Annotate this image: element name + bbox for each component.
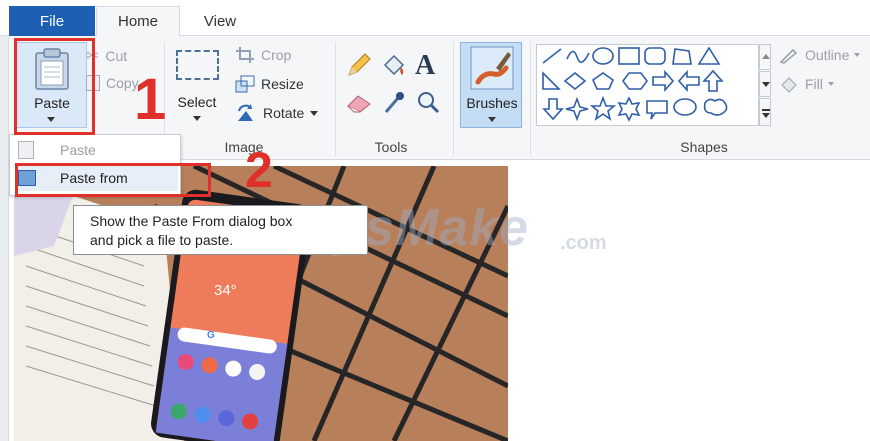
cloud-callout-shape bbox=[703, 98, 728, 116]
annotation-step-2: 2 bbox=[245, 142, 273, 198]
clipboard-icon bbox=[18, 141, 34, 159]
line-shape bbox=[542, 48, 562, 64]
color-picker-icon[interactable] bbox=[382, 90, 406, 116]
separator bbox=[453, 42, 454, 156]
four-point-star-shape bbox=[565, 96, 589, 122]
rotate-label: Rotate bbox=[263, 105, 305, 121]
text-icon[interactable]: A bbox=[415, 50, 435, 82]
gallery-scroll-down[interactable] bbox=[759, 71, 771, 97]
annotation-box-paste-from bbox=[15, 163, 211, 197]
shapes-gallery[interactable] bbox=[536, 44, 759, 126]
down-arrow-shape bbox=[542, 98, 564, 121]
outline-icon bbox=[779, 48, 798, 64]
chevron-down-icon bbox=[762, 113, 770, 118]
diamond-shape bbox=[563, 71, 587, 91]
outline-button[interactable]: Outline bbox=[779, 46, 861, 64]
rectangle-shape bbox=[618, 47, 640, 65]
fill-button[interactable]: Fill bbox=[779, 75, 834, 93]
polygon-shape bbox=[672, 48, 692, 65]
curve-shape bbox=[566, 50, 590, 63]
chevron-up-icon bbox=[762, 54, 770, 59]
crop-icon bbox=[236, 47, 254, 63]
right-triangle-shape bbox=[542, 71, 561, 90]
resize-label: Resize bbox=[261, 76, 304, 92]
separator bbox=[530, 42, 531, 156]
hexagon-shape bbox=[622, 72, 648, 90]
gallery-scroll-up[interactable] bbox=[759, 44, 771, 70]
fill-label: Fill bbox=[805, 76, 823, 92]
chevron-down-icon bbox=[193, 116, 201, 121]
five-point-star-shape bbox=[589, 95, 617, 121]
resize-icon bbox=[235, 75, 255, 93]
rect-callout-shape bbox=[646, 100, 668, 120]
eraser-icon[interactable] bbox=[346, 92, 372, 114]
phone-weather-time: 34° bbox=[214, 282, 237, 299]
chevron-down-icon bbox=[488, 117, 496, 122]
magnifier-icon[interactable] bbox=[416, 90, 440, 114]
select-label: Select bbox=[177, 94, 217, 110]
brush-icon bbox=[470, 46, 514, 90]
expand-icon bbox=[762, 109, 770, 111]
selection-rectangle-icon bbox=[176, 50, 219, 80]
chevron-down-icon bbox=[762, 82, 770, 87]
chevron-down-icon bbox=[854, 53, 861, 57]
gallery-expand[interactable] bbox=[759, 98, 771, 126]
resize-button[interactable]: Resize bbox=[235, 75, 304, 93]
ribbon-tab-bar: File Home View bbox=[0, 0, 870, 36]
separator bbox=[335, 42, 336, 156]
rotate-icon bbox=[238, 104, 253, 121]
tab-home[interactable]: Home bbox=[96, 6, 180, 36]
phone-search-logo: G bbox=[207, 330, 215, 341]
right-arrow-shape bbox=[652, 69, 675, 93]
pencil-icon[interactable] bbox=[346, 52, 372, 78]
shapes-grid bbox=[542, 46, 728, 122]
rotate-button[interactable]: Rotate bbox=[235, 103, 319, 123]
oval-callout-shape bbox=[673, 98, 697, 116]
annotation-box-paste bbox=[14, 38, 95, 135]
paste-from-tooltip: Show the Paste From dialog box and pick … bbox=[73, 205, 368, 255]
outline-label: Outline bbox=[805, 47, 850, 63]
shapes-group-label: Shapes bbox=[680, 139, 728, 155]
tooltip-line-2: and pick a file to paste. bbox=[90, 232, 234, 248]
rounded-rectangle-shape bbox=[644, 47, 666, 65]
pentagon-shape bbox=[592, 72, 614, 90]
tab-view[interactable]: View bbox=[180, 6, 260, 36]
six-point-star-shape bbox=[617, 96, 641, 122]
chevron-down-icon bbox=[310, 110, 319, 116]
annotation-step-1: 1 bbox=[134, 67, 167, 132]
up-arrow-shape bbox=[702, 69, 724, 92]
menu-item-paste-label: Paste bbox=[60, 142, 96, 158]
chevron-down-icon bbox=[827, 82, 834, 86]
select-button[interactable]: Select bbox=[171, 44, 223, 124]
menu-item-paste[interactable]: Paste bbox=[18, 137, 178, 163]
fill-bucket-icon[interactable] bbox=[381, 52, 407, 78]
tooltip-line-1: Show the Paste From dialog box bbox=[90, 213, 293, 229]
watermark-suffix: .com bbox=[560, 232, 607, 254]
fill-icon bbox=[781, 77, 797, 93]
crop-label: Crop bbox=[261, 47, 292, 63]
tab-file[interactable]: File bbox=[9, 6, 95, 36]
tools-group-label: Tools bbox=[374, 139, 408, 155]
brushes-label: Brushes bbox=[466, 95, 518, 111]
crop-button[interactable]: Crop bbox=[235, 46, 291, 64]
brushes-button[interactable]: Brushes bbox=[460, 42, 522, 128]
triangle-shape bbox=[697, 46, 721, 65]
left-arrow-shape bbox=[677, 69, 700, 93]
cut-label: Cut bbox=[105, 48, 128, 64]
oval-shape bbox=[592, 47, 614, 65]
window-left-border bbox=[0, 0, 9, 441]
